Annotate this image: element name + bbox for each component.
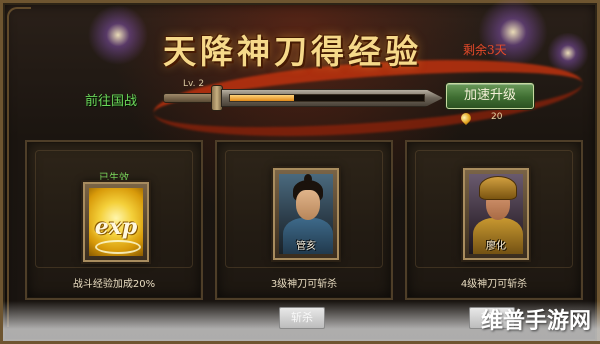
exp-icon: exp: [89, 188, 143, 256]
cost-value: 20: [491, 112, 503, 122]
site-watermark: 维普手游网: [480, 309, 591, 334]
card-caption: 3级神刀可斩杀: [270, 279, 338, 290]
slash-button-left[interactable]: 斩杀: [279, 307, 325, 329]
hero-face: [296, 190, 320, 220]
event-panel: 天降神刀得经验 剩余3天 前往国战 Lv. 2 加速升级 20 已生效 exp …: [0, 0, 600, 344]
hero-topknot: [304, 174, 312, 184]
hero-portrait: 廖化: [469, 174, 523, 254]
sword-progress-bar: [163, 85, 443, 111]
hero-portrait-frame[interactable]: 管亥: [273, 168, 339, 260]
hero-name: 廖化: [486, 241, 506, 252]
exp-icon-text: exp: [94, 214, 138, 240]
speed-up-button[interactable]: 加速升级: [446, 83, 534, 109]
event-title: 天降神刀得经验: [163, 32, 422, 71]
hero-portrait: 管亥: [279, 174, 333, 254]
days-left-label: 剩余3天: [463, 43, 507, 57]
exp-icon-frame: exp: [83, 182, 149, 262]
hero-name: 管亥: [296, 241, 316, 252]
reward-card-hero-2: 廖化 4级神刀可斩杀: [405, 140, 583, 300]
goto-national-war-link[interactable]: 前往国战: [85, 90, 137, 109]
reward-card-exp: 已生效 exp 战斗经验加成20%: [25, 140, 203, 300]
hero-helmet: [479, 176, 517, 200]
progress-fill: [230, 95, 295, 101]
hero-portrait-frame[interactable]: 廖化: [463, 168, 529, 260]
reward-card-hero-1: 管亥 3级神刀可斩杀: [215, 140, 393, 300]
progress-track: [229, 94, 425, 102]
exp-ring-decoration: [95, 240, 141, 254]
card-caption: 战斗经验加成20%: [72, 279, 156, 290]
card-caption: 4级神刀可斩杀: [460, 279, 528, 290]
firework-left: [83, 5, 153, 65]
